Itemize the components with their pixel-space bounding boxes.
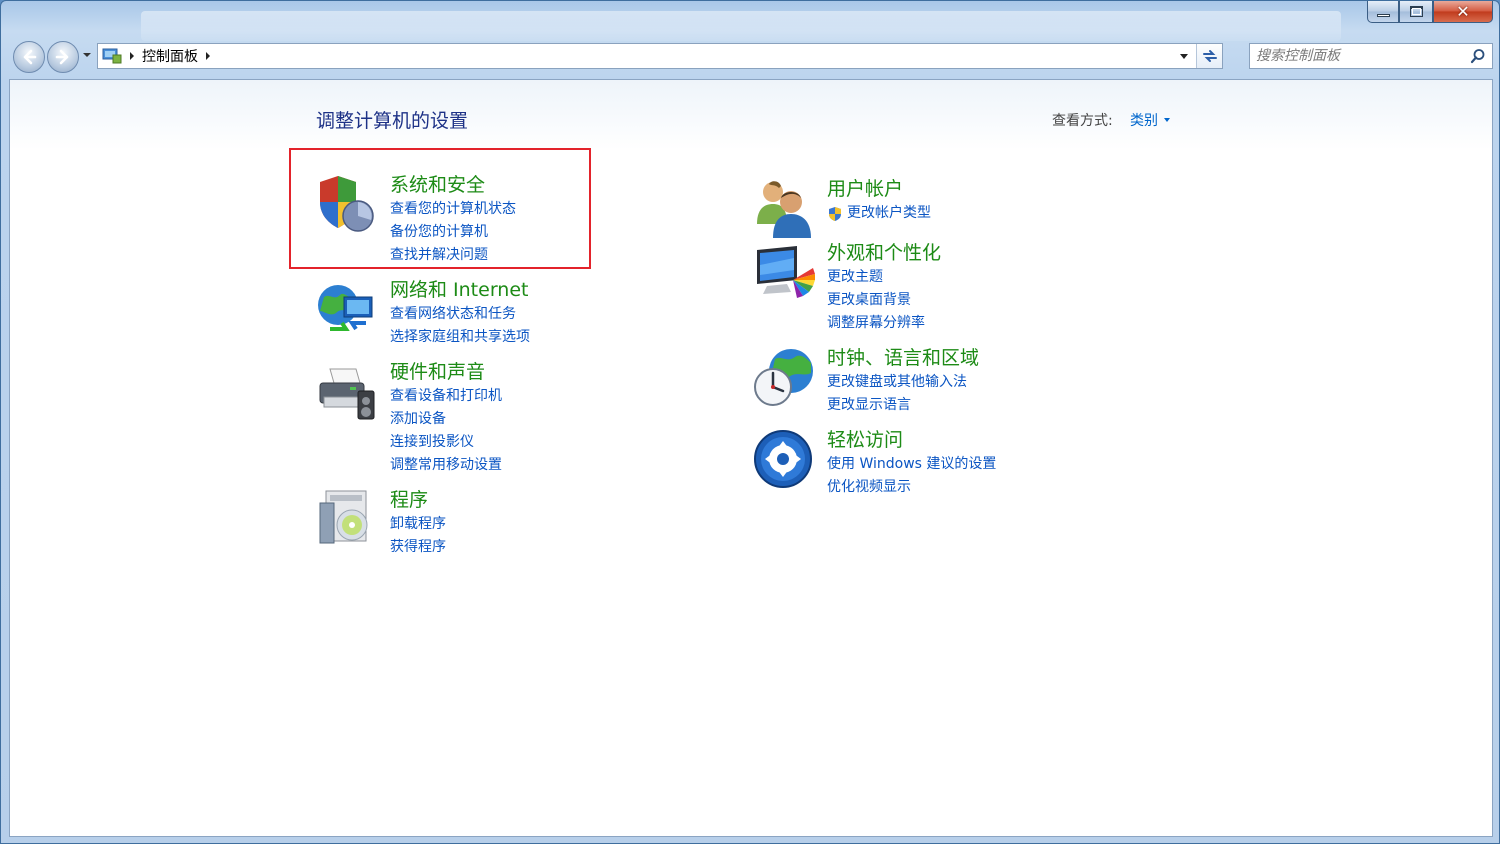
category-text: 轻松访问 使用 Windows 建议的设置 优化视频显示 [827, 427, 1127, 499]
link-change-theme[interactable]: 更改主题 [827, 266, 1127, 289]
view-by-dropdown[interactable]: 类别 [1130, 110, 1170, 130]
category-text: 时钟、语言和区域 更改键盘或其他输入法 更改显示语言 [827, 345, 1127, 417]
link-change-account-type[interactable]: 更改帐户类型 [827, 202, 1127, 225]
network-globe-icon[interactable] [316, 277, 380, 341]
printer-icon[interactable] [316, 359, 380, 423]
close-icon: ✕ [1456, 1, 1470, 21]
link-mobility-settings[interactable]: 调整常用移动设置 [390, 454, 690, 477]
address-bar[interactable]: 控制面板 [97, 43, 1223, 69]
back-button[interactable] [13, 41, 45, 73]
category-title[interactable]: 用户帐户 [827, 176, 1127, 202]
link-screen-resolution[interactable]: 调整屏幕分辨率 [827, 312, 1127, 335]
link-devices-printers[interactable]: 查看设备和打印机 [390, 385, 690, 408]
refresh-icon [1202, 50, 1217, 62]
link-windows-suggested-settings[interactable]: 使用 Windows 建议的设置 [827, 453, 1127, 476]
category-text: 网络和 Internet 查看网络状态和任务 选择家庭组和共享选项 [390, 277, 690, 349]
breadcrumb-separator-icon[interactable] [130, 52, 134, 60]
category-text: 硬件和声音 查看设备和打印机 添加设备 连接到投影仪 调整常用移动设置 [390, 359, 690, 477]
breadcrumb-control-panel[interactable]: 控制面板 [142, 46, 198, 66]
link-homegroup-sharing[interactable]: 选择家庭组和共享选项 [390, 326, 690, 349]
users-icon[interactable] [753, 176, 817, 240]
chevron-down-icon[interactable] [1164, 118, 1170, 122]
forward-button[interactable] [47, 41, 79, 73]
view-by-label: 查看方式: [1052, 113, 1113, 129]
back-arrow-icon [23, 49, 37, 65]
search-box[interactable] [1249, 43, 1493, 69]
content-pane: 调整计算机的设置 查看方式: 类别 系统和安全 查看您的计算机状态 备份您的计算… [9, 79, 1493, 837]
refresh-button[interactable] [1196, 44, 1222, 68]
control-panel-window: ✕ 控制面板 搜索控制面板 调整计算机的设置 查看方式: 类别 系统和安全 查看… [0, 0, 1500, 844]
category-title[interactable]: 时钟、语言和区域 [827, 345, 1127, 371]
category-text: 程序 卸载程序 获得程序 [390, 487, 690, 559]
control-panel-icon [102, 48, 122, 64]
recent-pages-dropdown[interactable] [83, 53, 91, 57]
link-label[interactable]: 更改帐户类型 [847, 202, 931, 225]
search-input[interactable] [1256, 45, 1470, 67]
navigation-bar: 控制面板 [9, 39, 1493, 73]
link-optimize-visual-display[interactable]: 优化视频显示 [827, 476, 1127, 499]
page-title: 调整计算机的设置 [316, 110, 469, 132]
maximize-button[interactable] [1399, 1, 1433, 23]
address-history-dropdown[interactable] [1180, 54, 1188, 59]
link-get-programs[interactable]: 获得程序 [390, 536, 690, 559]
link-connect-projector[interactable]: 连接到投影仪 [390, 431, 690, 454]
clock-globe-icon[interactable] [753, 345, 817, 409]
monitor-palette-icon[interactable] [753, 240, 817, 304]
title-bar [141, 11, 1341, 41]
uac-shield-icon [829, 206, 841, 221]
link-uninstall-program[interactable]: 卸载程序 [390, 513, 690, 536]
search-icon[interactable] [1470, 48, 1486, 64]
link-change-desktop-background[interactable]: 更改桌面背景 [827, 289, 1127, 312]
window-controls: ✕ [1367, 1, 1493, 25]
link-display-language[interactable]: 更改显示语言 [827, 394, 1127, 417]
maximize-icon [1409, 6, 1423, 17]
category-text: 外观和个性化 更改主题 更改桌面背景 调整屏幕分辨率 [827, 240, 1127, 335]
minimize-button[interactable] [1367, 1, 1399, 23]
category-title[interactable]: 轻松访问 [827, 427, 1127, 453]
category-title[interactable]: 程序 [390, 487, 690, 513]
view-by-value[interactable]: 类别 [1130, 110, 1158, 130]
forward-arrow-icon [55, 49, 69, 65]
close-button[interactable]: ✕ [1433, 1, 1493, 23]
programs-disc-icon[interactable] [316, 487, 380, 551]
breadcrumb-chevron-icon[interactable] [206, 52, 210, 60]
minimize-icon [1376, 14, 1390, 17]
category-title[interactable]: 硬件和声音 [390, 359, 690, 385]
ease-of-access-icon[interactable] [753, 427, 817, 491]
category-title[interactable]: 网络和 Internet [390, 277, 690, 303]
category-title[interactable]: 外观和个性化 [827, 240, 1127, 266]
link-network-status[interactable]: 查看网络状态和任务 [390, 303, 690, 326]
annotation-highlight-box [289, 148, 591, 269]
link-keyboard-input[interactable]: 更改键盘或其他输入法 [827, 371, 1127, 394]
category-text: 用户帐户 更改帐户类型 [827, 176, 1127, 225]
link-add-device[interactable]: 添加设备 [390, 408, 690, 431]
